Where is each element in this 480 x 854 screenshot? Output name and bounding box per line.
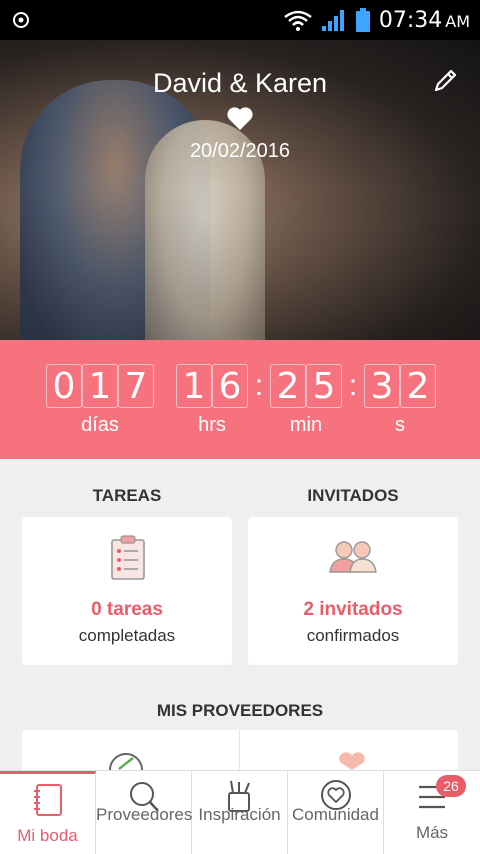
edit-pencil-icon[interactable] [430, 66, 460, 96]
nav-label: Más [415, 823, 449, 842]
countdown-digit: 2 [400, 364, 436, 408]
wedding-date: 20/02/2016 [189, 140, 291, 162]
tasks-title: TAREAS [92, 486, 162, 505]
heart-icon [227, 107, 253, 130]
countdown-separator: : [254, 369, 264, 402]
nav-inspiracion[interactable]: Inspiración [192, 771, 288, 854]
countdown-digit: 5 [306, 364, 342, 408]
wifi-icon [284, 10, 312, 31]
tasks-count: 0 tareas [91, 599, 163, 620]
guests-count: 2 invitados [303, 599, 403, 620]
bottom-nav: Mi boda Proveedores Inspiración Comunida… [0, 770, 480, 854]
nav-label: Inspiración [198, 805, 281, 824]
nav-mas[interactable]: 26 Más [384, 771, 480, 854]
status-bar: 07:34 AM [0, 0, 480, 40]
countdown-digit: 0 [46, 364, 82, 408]
days-label: días [81, 414, 119, 436]
nav-label: Mi boda [17, 826, 78, 845]
seconds-label: s [395, 414, 405, 436]
countdown-digit: 2 [270, 364, 306, 408]
hours-label: hrs [198, 414, 226, 436]
countdown-digit: 1 [176, 364, 212, 408]
nav-comunidad[interactable]: Comunidad [288, 771, 384, 854]
nav-mi-boda[interactable]: Mi boda [0, 771, 96, 854]
heart-icon [339, 752, 365, 770]
battery-icon [355, 8, 370, 32]
countdown-digit: 3 [364, 364, 400, 408]
guests-icon [329, 541, 377, 573]
guests-title: INVITADOS [307, 486, 399, 505]
countdown-digit: 1 [82, 364, 118, 408]
countdown-separator: : [348, 369, 358, 402]
check-circle-icon [109, 753, 143, 770]
signal-icon [321, 10, 344, 31]
countdown-digit: 6 [212, 364, 248, 408]
status-time: 07:34 AM [378, 7, 470, 33]
notification-badge: 26 [436, 775, 466, 797]
couple-names: David & Karen [152, 68, 328, 98]
notification-icon [13, 12, 29, 28]
vendors-title: MIS PROVEEDORES [156, 701, 324, 720]
nav-label: Comunidad [292, 805, 379, 824]
clipboard-icon [111, 535, 145, 580]
tasks-card[interactable]: 0 tareas completadas [22, 517, 232, 665]
guests-card[interactable]: 2 invitados confirmados [248, 517, 458, 665]
countdown-digit: 7 [118, 364, 154, 408]
notebook-icon [33, 784, 62, 816]
guests-sub: confirmados [306, 626, 400, 645]
nav-label: Proveedores [96, 805, 193, 824]
nav-proveedores[interactable]: Proveedores [96, 771, 192, 854]
countdown-panel: 0 1 7 1 6 : 2 5 : 3 2 días hrs min s [0, 340, 480, 459]
couple-photo: David & Karen 20/02/2016 [0, 40, 480, 340]
tasks-sub: completadas [78, 626, 176, 645]
minutes-label: min [289, 414, 323, 436]
